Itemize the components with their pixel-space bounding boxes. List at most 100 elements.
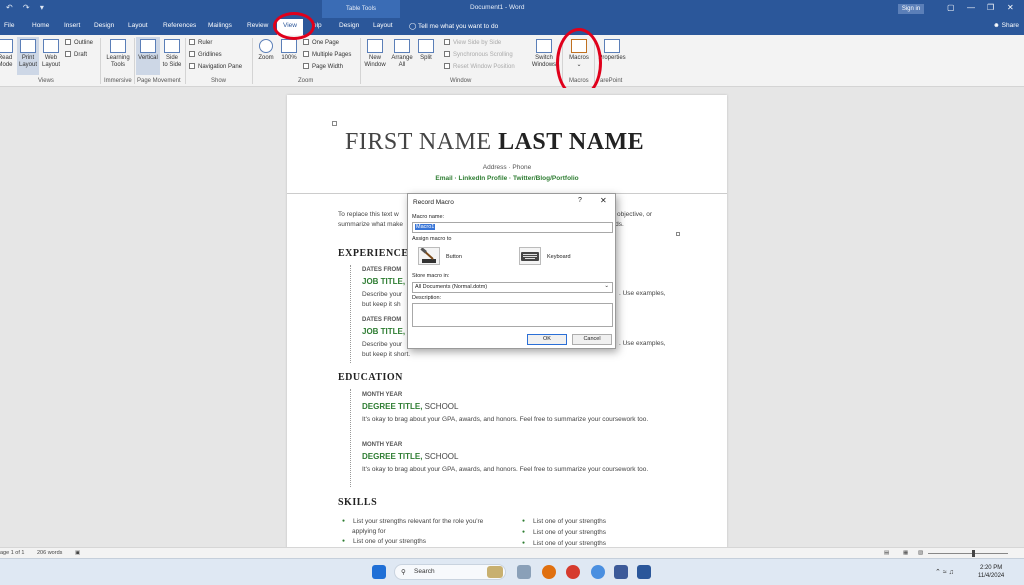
store-macro-select[interactable]: All Documents (Normal.dotm) ⌄	[412, 282, 613, 293]
page-count[interactable]: age 1 of 1	[0, 550, 24, 556]
outline-button[interactable]: Outline	[65, 39, 93, 46]
zoom-slider-knob[interactable]	[972, 550, 975, 557]
table-move-handle[interactable]	[332, 121, 337, 126]
page-icon	[20, 39, 36, 53]
taskbar-search[interactable]: ⚲ Search	[394, 564, 506, 580]
group-separator	[252, 38, 253, 84]
tab-table-layout[interactable]: Layout	[373, 22, 393, 29]
ruler-checkbox[interactable]: Ruler	[189, 39, 212, 46]
split-button[interactable]: Split	[416, 39, 436, 62]
draft-icon	[65, 51, 71, 57]
synchronous-scrolling-button[interactable]: Synchronous Scrolling	[444, 51, 513, 58]
new-window-icon	[367, 39, 383, 53]
brave-icon[interactable]	[542, 565, 556, 579]
outline-icon	[65, 39, 71, 45]
switch-windows-button[interactable]: Switch Windows	[529, 39, 559, 69]
edu-description: It's okay to brag about your GPA, awards…	[362, 416, 649, 423]
table-resize-handle[interactable]	[676, 232, 680, 236]
proofing-icon[interactable]: ▣	[75, 550, 80, 556]
word-count[interactable]: 206 words	[37, 550, 62, 556]
print-layout-view-icon[interactable]: ▦	[903, 550, 908, 556]
button-assign[interactable]	[418, 247, 440, 265]
title-bar: ↶ ↷ ▾ Table Tools Document1 - Word Sign …	[0, 0, 1024, 18]
skill-item: List one of your strengths	[522, 529, 606, 536]
read-mode-button[interactable]: Read Mode	[0, 39, 14, 69]
word-icon[interactable]	[637, 565, 651, 579]
web-layout-button[interactable]: Web Layout	[40, 39, 62, 69]
tab-mailings[interactable]: Mailings	[208, 22, 232, 29]
chevron-down-icon: ⌄	[604, 283, 609, 289]
multiple-pages-icon	[303, 51, 309, 57]
keyboard-label[interactable]: Keyboard	[547, 254, 571, 260]
tab-home[interactable]: Home	[32, 22, 49, 29]
zoom-button[interactable]: Zoom	[255, 39, 277, 62]
arrange-all-button[interactable]: Arrange All	[389, 39, 415, 69]
view-side-by-side-button[interactable]: View Side by Side	[444, 39, 501, 46]
group-separator	[185, 38, 186, 84]
minimize-icon[interactable]: —	[967, 3, 975, 12]
app-icon[interactable]	[614, 565, 628, 579]
tell-me-search[interactable]: ◯ Tell me what you want to do	[409, 22, 498, 30]
multiple-pages-button[interactable]: Multiple Pages	[303, 51, 351, 58]
share-button[interactable]: ☻ Share	[993, 22, 1019, 29]
gridlines-checkbox[interactable]: Gridlines	[189, 51, 222, 58]
one-page-button[interactable]: One Page	[303, 39, 339, 46]
maximize-icon[interactable]: ❐	[987, 3, 994, 12]
chrome-icon[interactable]	[566, 565, 580, 579]
dialog-title: Record Macro	[413, 199, 454, 206]
new-window-button[interactable]: New Window	[362, 39, 388, 69]
ribbon-options-icon[interactable]: ▢	[947, 3, 955, 12]
chrome-profile-icon[interactable]	[591, 565, 605, 579]
learning-tools-button[interactable]: Learning Tools	[103, 39, 133, 69]
record-macro-dialog: Record Macro ? ✕ Macro name: Macro1 Assi…	[407, 193, 616, 349]
properties-icon	[604, 39, 620, 53]
tab-review[interactable]: Review	[247, 22, 268, 29]
document-title: Document1 - Word	[470, 4, 525, 11]
draft-button[interactable]: Draft	[65, 51, 87, 58]
group-separator	[360, 38, 361, 84]
page-width-button[interactable]: Page Width	[303, 63, 343, 70]
side-to-side-icon	[164, 39, 180, 53]
windows-start-icon[interactable]	[372, 565, 386, 579]
tab-table-design[interactable]: Design	[339, 22, 359, 29]
close-icon[interactable]: ✕	[600, 196, 607, 205]
speaker-icon: ♫	[948, 569, 954, 576]
cancel-button[interactable]: Cancel	[572, 334, 612, 345]
hammer-icon	[420, 247, 436, 263]
tab-insert[interactable]: Insert	[64, 22, 80, 29]
zoom-slider[interactable]	[928, 553, 1008, 554]
skill-item: List one of your strengths	[342, 538, 426, 545]
tab-layout[interactable]: Layout	[128, 22, 148, 29]
group-window-label: Window	[450, 78, 472, 84]
macro-name-input[interactable]: Macro1	[412, 222, 613, 233]
edu-date: MONTH YEAR	[362, 392, 403, 398]
quick-access-toolbar[interactable]: ↶ ↷ ▾	[6, 3, 48, 12]
ok-button[interactable]: OK	[527, 334, 567, 345]
sign-in-button[interactable]: Sign in	[898, 4, 924, 14]
task-view-icon[interactable]	[517, 565, 531, 579]
reset-window-position-button[interactable]: Reset Window Position	[444, 63, 515, 70]
job-description-right: . Use examples,	[619, 290, 666, 297]
globe-page-icon	[43, 39, 59, 53]
vertical-button[interactable]: Vertical	[136, 37, 160, 75]
help-icon[interactable]: ?	[578, 197, 582, 204]
web-layout-view-icon[interactable]: ▧	[918, 550, 923, 556]
system-tray[interactable]: ⌃ ≈ ♫	[935, 568, 954, 576]
search-icon: ⚲	[401, 569, 406, 576]
zoom-100-button[interactable]: 100%	[279, 39, 299, 62]
close-icon[interactable]: ✕	[1007, 3, 1014, 12]
group-views-label: Views	[38, 78, 54, 84]
tab-file[interactable]: File	[4, 22, 14, 29]
read-mode-view-icon[interactable]: ▤	[884, 550, 889, 556]
book-icon	[0, 39, 13, 53]
print-layout-button[interactable]: Print Layout	[17, 37, 39, 75]
tab-design[interactable]: Design	[94, 22, 114, 29]
button-label[interactable]: Button	[446, 254, 462, 260]
navigation-pane-checkbox[interactable]: Navigation Pane	[189, 63, 242, 70]
side-to-side-button[interactable]: Side to Side	[160, 39, 184, 69]
tab-references[interactable]: References	[163, 22, 196, 29]
resume-name[interactable]: FIRST NAME LAST NAME	[345, 129, 644, 156]
taskbar-clock[interactable]: 2:20 PM 11/4/2024	[978, 564, 1004, 580]
description-input[interactable]	[412, 303, 613, 327]
keyboard-assign[interactable]	[519, 247, 541, 265]
